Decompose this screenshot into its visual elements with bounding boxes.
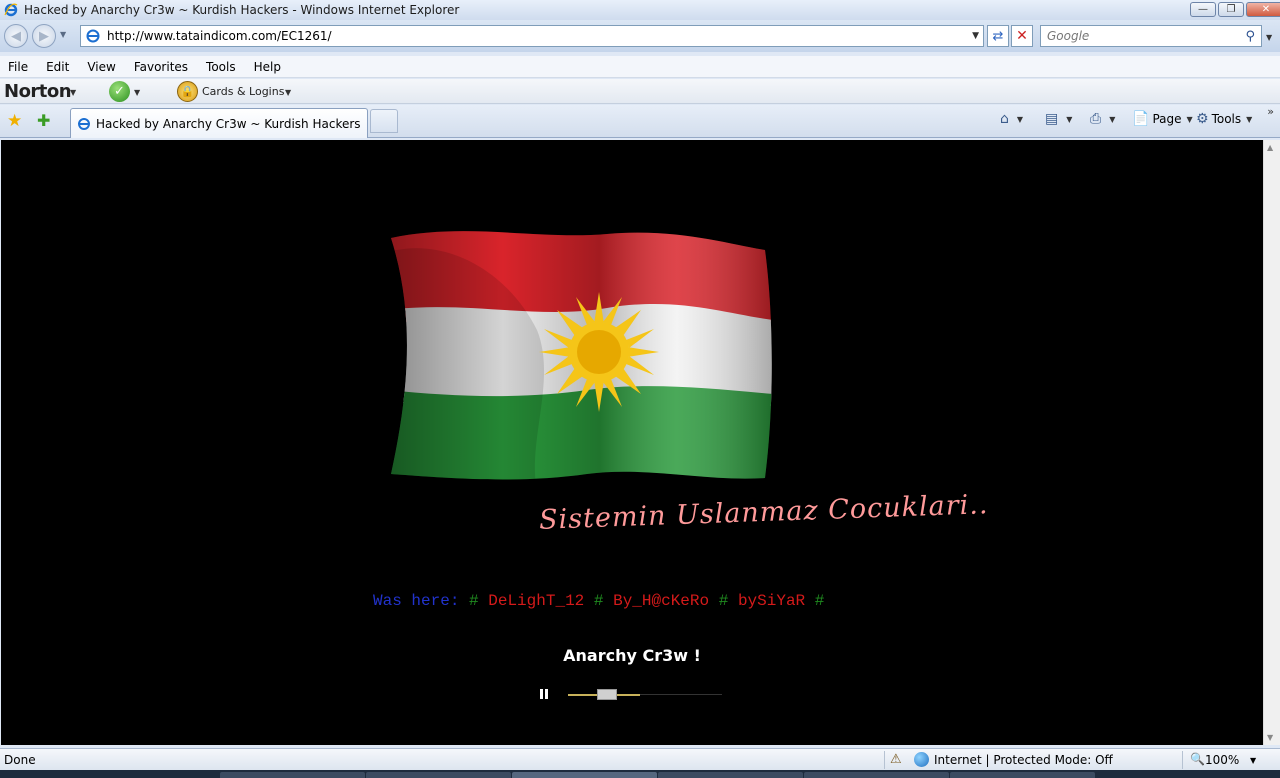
home-button[interactable]: ⌂ ▼: [1000, 111, 1023, 127]
norton-brand[interactable]: Norton: [4, 81, 72, 102]
author-name: By_H@cKeRo: [613, 592, 710, 610]
slogan-text: Sistemin Uslanmaz Cocuklari..: [538, 489, 989, 536]
tab-active[interactable]: Hacked by Anarchy Cr3w ~ Kurdish Hackers: [70, 108, 368, 138]
crew-title: Anarchy Cr3w !: [563, 646, 701, 665]
windows-taskbar: [0, 770, 1280, 778]
zoom-icon[interactable]: 🔍: [1190, 752, 1205, 766]
internet-zone-icon: [914, 752, 929, 767]
security-zone-text[interactable]: Internet | Protected Mode: Off: [934, 753, 1113, 767]
gear-icon: ⚙: [1196, 111, 1209, 127]
cards-logins-button[interactable]: Cards & Logins: [202, 85, 284, 98]
ie-logo-icon: [4, 3, 18, 17]
navigation-bar: ◀ ▶ ▼ http://www.tataindicom.com/EC1261/…: [0, 20, 1280, 52]
window-controls: — ❐ ✕: [1190, 2, 1280, 17]
vertical-scrollbar[interactable]: ▲ ▼: [1263, 140, 1280, 745]
safe-web-dropdown-icon[interactable]: ▼: [134, 88, 140, 97]
rss-feed-icon: ▤: [1045, 111, 1059, 127]
taskbar-button[interactable]: [658, 772, 803, 778]
recent-pages-dropdown-icon[interactable]: ▼: [60, 30, 66, 39]
search-input[interactable]: Google: [1047, 29, 1245, 43]
address-dropdown-icon[interactable]: ▼: [972, 31, 979, 41]
taskbar-button[interactable]: [512, 772, 657, 778]
taskbar-button[interactable]: [950, 772, 1095, 778]
scroll-down-icon[interactable]: ▼: [1267, 733, 1273, 742]
norton-dropdown-icon[interactable]: ▼: [70, 88, 76, 97]
status-bar: Done ⚠ Internet | Protected Mode: Off 🔍 …: [0, 748, 1280, 770]
author-name: DeLighT_12: [488, 592, 585, 610]
menu-view[interactable]: View: [85, 60, 117, 74]
sun-emblem: [539, 292, 659, 412]
tools-menu-label[interactable]: Tools: [1212, 112, 1242, 126]
menu-help[interactable]: Help: [252, 60, 283, 74]
zoom-dropdown-icon[interactable]: ▼: [1250, 756, 1256, 765]
menu-file[interactable]: File: [6, 60, 30, 74]
page-icon: [78, 117, 90, 130]
search-icon[interactable]: ⚲: [1245, 29, 1255, 44]
was-here-line: Was here: # DeLighT_12 # By_H@cKeRo # by…: [373, 592, 824, 610]
search-options-dropdown-icon[interactable]: ▼: [1266, 33, 1272, 42]
separator: #: [469, 592, 479, 610]
menu-bar: File Edit View Favorites Tools Help: [0, 56, 1280, 78]
safe-web-check-icon[interactable]: ✓: [109, 81, 130, 102]
page-icon: [86, 29, 100, 43]
feeds-button[interactable]: ▤ ▼: [1045, 111, 1072, 127]
kurdish-flag-image: [391, 231, 772, 480]
taskbar-button[interactable]: [366, 772, 511, 778]
minimize-button[interactable]: —: [1190, 2, 1216, 17]
address-bar[interactable]: http://www.tataindicom.com/EC1261/ ▼: [80, 25, 984, 47]
cards-logins-dropdown-icon[interactable]: ▼: [285, 88, 291, 97]
security-shield-icon[interactable]: ⚠: [890, 752, 902, 767]
add-to-favorites-icon[interactable]: ✚: [37, 111, 50, 130]
pause-icon[interactable]: [540, 689, 549, 699]
norton-toolbar: Norton ▼ ✓ ▼ 🔒 Cards & Logins ▼: [0, 79, 1280, 104]
padlock-icon[interactable]: 🔒: [177, 81, 198, 102]
zoom-level[interactable]: 100%: [1205, 753, 1239, 767]
page-menu-button[interactable]: 📄 Page ▼: [1132, 111, 1193, 127]
print-button[interactable]: ⎙ ▼: [1090, 111, 1115, 127]
tools-menu-button[interactable]: ⚙ Tools ▼: [1196, 111, 1252, 127]
page-menu-label[interactable]: Page: [1152, 112, 1181, 126]
audio-player: [538, 688, 723, 702]
new-tab-button[interactable]: [370, 109, 398, 133]
menu-edit[interactable]: Edit: [44, 60, 71, 74]
separator: #: [718, 592, 729, 610]
favorites-star-icon[interactable]: ★: [7, 111, 22, 131]
status-divider: [884, 751, 885, 769]
tab-bar: ★ ✚ Hacked by Anarchy Cr3w ~ Kurdish Hac…: [0, 105, 1280, 138]
printer-icon: ⎙: [1090, 111, 1102, 127]
toolbar-overflow-chevron-icon[interactable]: »: [1267, 105, 1274, 118]
status-divider: [1182, 751, 1183, 769]
home-icon: ⌂: [1000, 111, 1009, 127]
author-name: bySiYaR: [737, 592, 806, 610]
scroll-up-icon[interactable]: ▲: [1267, 143, 1273, 152]
menu-tools[interactable]: Tools: [204, 60, 238, 74]
title-bar: Hacked by Anarchy Cr3w ~ Kurdish Hackers…: [0, 0, 1280, 20]
menu-favorites[interactable]: Favorites: [132, 60, 190, 74]
separator: #: [593, 592, 604, 610]
close-button[interactable]: ✕: [1246, 2, 1280, 17]
was-here-prefix: Was here:: [373, 592, 460, 610]
page-content: Sistemin Uslanmaz Cocuklari.. Was here: …: [1, 140, 1263, 745]
search-box[interactable]: Google ⚲: [1040, 25, 1262, 47]
seek-thumb[interactable]: [597, 689, 617, 700]
page-icon: 📄: [1132, 111, 1150, 127]
url-text[interactable]: http://www.tataindicom.com/EC1261/: [107, 29, 332, 43]
taskbar-button[interactable]: [804, 772, 949, 778]
back-button[interactable]: ◀: [4, 24, 28, 48]
forward-button[interactable]: ▶: [32, 24, 56, 48]
maximize-button[interactable]: ❐: [1218, 2, 1244, 17]
separator: #: [814, 592, 825, 610]
window-title: Hacked by Anarchy Cr3w ~ Kurdish Hackers…: [24, 3, 460, 17]
status-text: Done: [4, 753, 36, 767]
refresh-button[interactable]: ⇄: [987, 25, 1009, 47]
stop-button[interactable]: ✕: [1011, 25, 1033, 47]
seek-track[interactable]: [568, 689, 722, 700]
taskbar-button[interactable]: [220, 772, 365, 778]
tab-label[interactable]: Hacked by Anarchy Cr3w ~ Kurdish Hackers: [96, 117, 361, 131]
